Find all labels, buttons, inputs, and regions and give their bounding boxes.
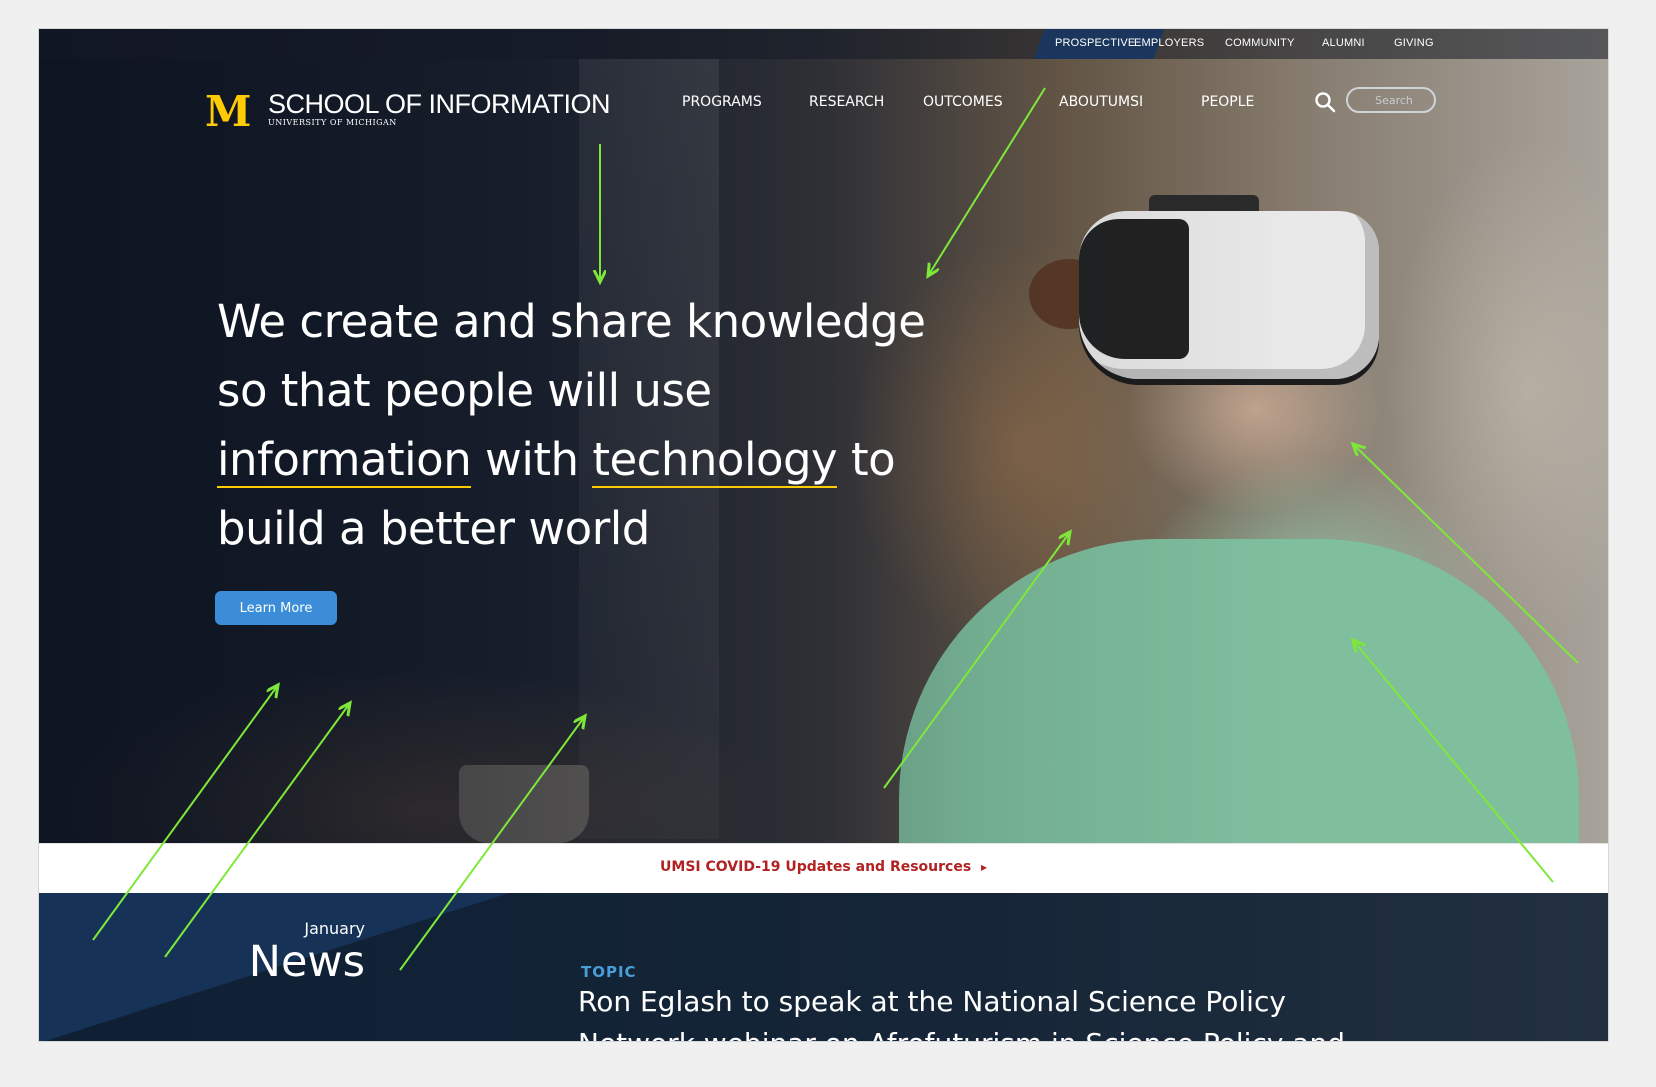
nav-item-research[interactable]: RESEARCH	[809, 94, 884, 110]
search-input[interactable]	[1346, 87, 1436, 113]
news-headline-overflow[interactable]: Network webinar on Afrofuturism in Scien…	[578, 1027, 1478, 1041]
utility-link-community[interactable]: COMMUNITY	[1225, 37, 1295, 49]
utility-link-alumni[interactable]: ALUMNI	[1322, 37, 1365, 49]
utility-link-giving[interactable]: GIVING	[1394, 37, 1434, 49]
covid-updates-link[interactable]: UMSI COVID-19 Updates and Resources ▸	[39, 859, 1608, 875]
news-section-title: News	[248, 937, 365, 987]
news-topic-label[interactable]: TOPIC	[581, 963, 637, 981]
site-title[interactable]: SCHOOL OF INFORMATION	[268, 89, 611, 120]
hero-headline: We create and share knowledge so that pe…	[217, 287, 977, 563]
caret-right-icon: ▸	[980, 860, 987, 874]
utility-link-employers[interactable]: EMPLOYERS	[1134, 37, 1204, 49]
hero-headline-part2: with	[471, 433, 593, 486]
nav-item-people[interactable]: PEOPLE	[1201, 94, 1254, 110]
news-headline-link[interactable]: Ron Eglash to speak at the National Scie…	[578, 985, 1478, 1018]
learn-more-button[interactable]: Learn More	[215, 591, 337, 625]
hero-headline-part1: We create and share knowledge so that pe…	[217, 295, 926, 417]
site-subtitle: UNIVERSITY OF MICHIGAN	[268, 118, 397, 127]
covid-alert-bar: UMSI COVID-19 Updates and Resources ▸	[39, 843, 1608, 894]
nav-item-aboutumsi[interactable]: ABOUTUMSI	[1059, 94, 1143, 110]
covid-updates-text[interactable]: UMSI COVID-19 Updates and Resources	[660, 859, 971, 875]
utility-link-prospective[interactable]: PROSPECTIVE	[1055, 37, 1135, 49]
michigan-logo-mark[interactable]: M	[205, 91, 252, 133]
browser-page: PROSPECTIVE EMPLOYERS COMMUNITY ALUMNI G…	[39, 29, 1608, 1041]
search-icon[interactable]	[1314, 91, 1336, 113]
nav-item-outcomes[interactable]: OUTCOMES	[923, 94, 1003, 110]
hero-highlight-information: information	[217, 433, 472, 488]
hero-highlight-technology: technology	[592, 433, 838, 488]
nav-item-programs[interactable]: PROGRAMS	[682, 94, 762, 110]
utility-nav: PROSPECTIVE EMPLOYERS COMMUNITY ALUMNI G…	[39, 29, 1608, 59]
news-month: January	[304, 919, 365, 938]
